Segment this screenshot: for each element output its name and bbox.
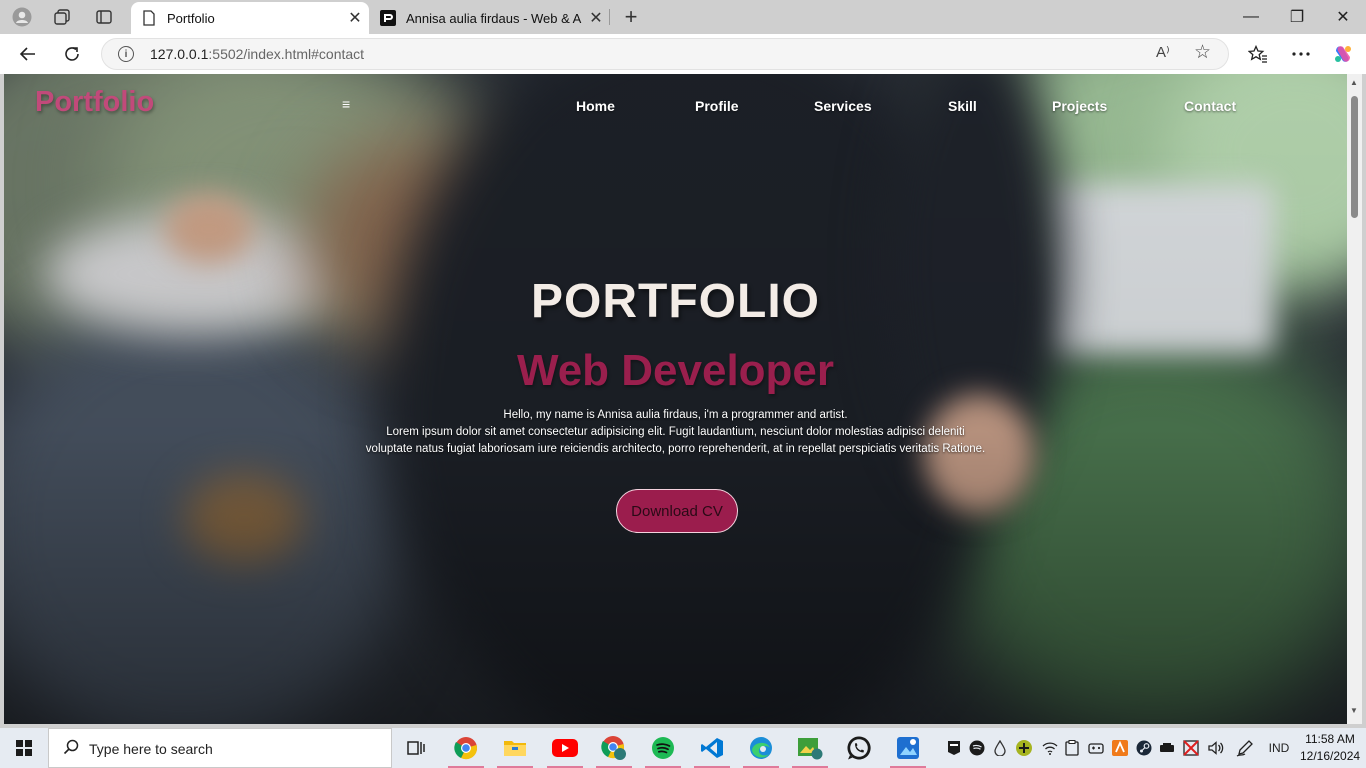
url-text: 127.0.0.1:5502/index.html#contact	[150, 46, 364, 62]
taskbar-search[interactable]: Type here to search	[48, 728, 392, 768]
site-logo[interactable]: Portfolio	[35, 86, 154, 119]
tab-title: Portfolio	[167, 10, 215, 26]
clock-time: 11:58 AM	[1305, 732, 1355, 746]
game-tool-icon[interactable]	[1085, 728, 1107, 768]
browser-toolbar: i 127.0.0.1:5502/index.html#contact A⁾ ☆	[0, 34, 1366, 74]
chrome-icon[interactable]	[442, 728, 490, 768]
new-tab-button[interactable]: +	[617, 0, 645, 34]
start-button[interactable]	[0, 728, 48, 768]
pen-icon[interactable]	[1232, 728, 1258, 768]
chrome-profile-icon[interactable]	[590, 728, 638, 768]
search-icon	[63, 739, 79, 760]
url-host: 127.0.0.1	[150, 46, 209, 62]
paint-icon[interactable]	[884, 728, 932, 768]
maximize-button[interactable]: ❐	[1274, 0, 1320, 34]
tab-actions-icon[interactable]	[84, 0, 124, 34]
search-placeholder: Type here to search	[89, 741, 213, 757]
page-scrollbar[interactable]: ▲ ▼	[1347, 74, 1362, 724]
refresh-icon[interactable]	[52, 34, 92, 74]
screen: Portfolio ✕ Annisa aulia firdaus - Web &…	[0, 0, 1366, 768]
clipboard-icon[interactable]	[1061, 728, 1083, 768]
security-warning-icon[interactable]	[1179, 728, 1203, 768]
read-aloud-icon[interactable]: A⁾	[1156, 43, 1170, 61]
tab-annisa[interactable]: Annisa aulia firdaus - Web & App ✕	[370, 2, 610, 34]
update-badge-icon[interactable]	[1012, 728, 1036, 768]
minimize-button[interactable]: —	[1228, 0, 1274, 34]
workspaces-icon[interactable]	[42, 0, 82, 34]
window-border	[0, 74, 4, 724]
droplet-icon[interactable]	[989, 728, 1011, 768]
edge-icon[interactable]	[737, 728, 785, 768]
close-tab-icon[interactable]: ✕	[582, 8, 610, 28]
profile-icon[interactable]	[2, 0, 42, 34]
site-favicon-icon	[380, 10, 396, 26]
favorites-icon[interactable]	[1238, 34, 1278, 74]
site-info-icon[interactable]: i	[118, 46, 134, 62]
tab-portfolio[interactable]: Portfolio ✕	[131, 2, 369, 34]
close-window-button[interactable]: ✕	[1320, 0, 1366, 34]
orange-app-icon[interactable]	[1108, 728, 1132, 768]
youtube-icon[interactable]	[541, 728, 589, 768]
copilot-icon[interactable]	[1323, 34, 1363, 74]
epic-games-icon[interactable]	[943, 728, 965, 768]
file-explorer-icon[interactable]	[491, 728, 539, 768]
url-path: :5502/index.html#contact	[208, 46, 365, 62]
tab-strip: Portfolio ✕ Annisa aulia firdaus - Web &…	[0, 0, 1366, 34]
nav-contact[interactable]: Contact	[1184, 98, 1236, 114]
hero-background-photo	[4, 74, 1347, 724]
task-view-icon[interactable]	[392, 728, 440, 768]
steam-icon[interactable]	[1133, 728, 1155, 768]
clock-date: 12/16/2024	[1300, 749, 1361, 763]
scroll-up-icon[interactable]: ▲	[1350, 78, 1358, 87]
hero-subtitle: Web Developer	[516, 346, 835, 395]
hero-intro-line: Hello, my name is Annisa aulia firdaus, …	[503, 409, 848, 421]
whatsapp-icon[interactable]	[835, 728, 883, 768]
page-viewport: Portfolio ≡ Home Profile Services Skill …	[4, 74, 1347, 724]
nav-skill[interactable]: Skill	[948, 98, 977, 114]
hero-title: PORTFOLIO	[531, 275, 820, 328]
nav-projects[interactable]: Projects	[1052, 98, 1107, 114]
language-indicator[interactable]: IND	[1262, 728, 1296, 768]
download-cv-button[interactable]: Download CV	[616, 489, 738, 533]
scroll-thumb[interactable]	[1351, 96, 1358, 218]
more-icon[interactable]	[1281, 34, 1321, 74]
back-arrow-icon[interactable]	[8, 34, 48, 74]
volume-icon[interactable]	[1204, 728, 1228, 768]
add-favorite-icon[interactable]: ☆	[1194, 41, 1211, 64]
system-clock[interactable]: 11:58 AM 12/16/2024	[1300, 731, 1360, 765]
spotify-icon[interactable]	[639, 728, 687, 768]
nav-home[interactable]: Home	[576, 98, 615, 114]
nav-profile[interactable]: Profile	[695, 98, 739, 114]
hero-description-line: Lorem ipsum dolor sit amet consectetur a…	[386, 426, 965, 438]
taskbar: Type here to search IND 11:58 AM 12/16/2…	[0, 728, 1366, 768]
vscode-icon[interactable]	[688, 728, 736, 768]
hero-description-line: voluptate natus fugiat laboriosam iure r…	[365, 443, 986, 455]
tab-title: Annisa aulia firdaus - Web & App	[406, 10, 582, 26]
page-icon	[141, 10, 157, 26]
nav-services[interactable]: Services	[814, 98, 872, 114]
tab-separator	[609, 9, 610, 25]
address-bar[interactable]: i 127.0.0.1:5502/index.html#contact A⁾ ☆	[101, 38, 1229, 70]
drive-icon[interactable]	[1156, 728, 1178, 768]
menu-toggle-icon[interactable]: ≡	[342, 96, 350, 112]
photos-icon[interactable]	[786, 728, 834, 768]
windows-logo-icon	[16, 740, 32, 756]
scroll-down-icon[interactable]: ▼	[1350, 706, 1358, 715]
network-icon[interactable]	[1039, 728, 1061, 768]
close-tab-icon[interactable]: ✕	[341, 8, 369, 28]
hero-overlay	[4, 74, 1347, 724]
window-border	[1362, 74, 1366, 724]
spotify-tray-icon[interactable]	[966, 728, 988, 768]
